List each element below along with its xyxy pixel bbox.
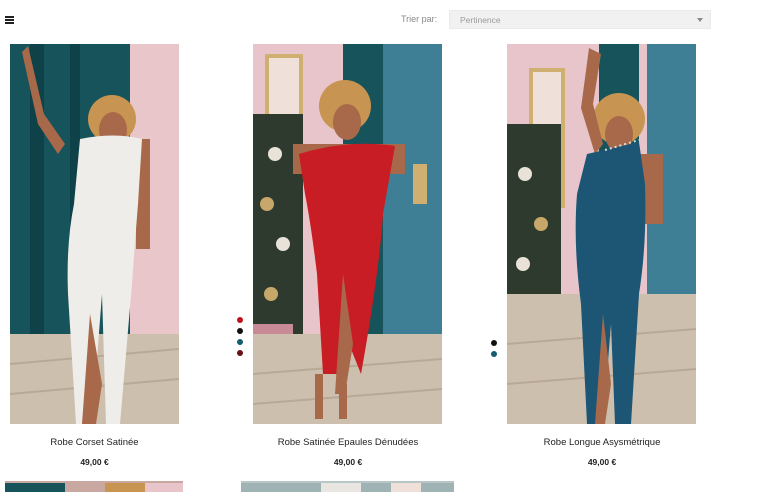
product-image[interactable] <box>507 44 696 424</box>
product-image[interactable] <box>241 481 454 492</box>
product-price: 49,00 € <box>80 457 109 467</box>
chevron-down-icon <box>697 18 703 22</box>
product-name[interactable]: Robe Corset Satinée <box>10 437 179 448</box>
color-swatch[interactable] <box>491 340 497 346</box>
list-view-icon[interactable] <box>5 16 14 24</box>
product-image[interactable] <box>5 481 183 492</box>
listing-toolbar: Trier par: Pertinence <box>0 0 760 40</box>
color-swatch[interactable] <box>237 339 243 345</box>
sort-select[interactable]: Pertinence <box>449 10 711 29</box>
product-image[interactable] <box>253 44 442 424</box>
color-swatch[interactable] <box>491 351 497 357</box>
product-image[interactable] <box>10 44 179 424</box>
sort-label: Trier par: <box>401 14 438 24</box>
product-name[interactable]: Robe Satinée Epaules Dénudées <box>248 437 448 448</box>
product-name[interactable]: Robe Longue Asysmétrique <box>502 437 702 448</box>
sort-selected-value: Pertinence <box>460 15 501 25</box>
color-swatch[interactable] <box>237 350 243 356</box>
product-price: 49,00 € <box>587 457 617 467</box>
product-price: 49,00 € <box>333 457 363 467</box>
color-swatch[interactable] <box>237 328 243 334</box>
color-swatch[interactable] <box>237 317 243 323</box>
